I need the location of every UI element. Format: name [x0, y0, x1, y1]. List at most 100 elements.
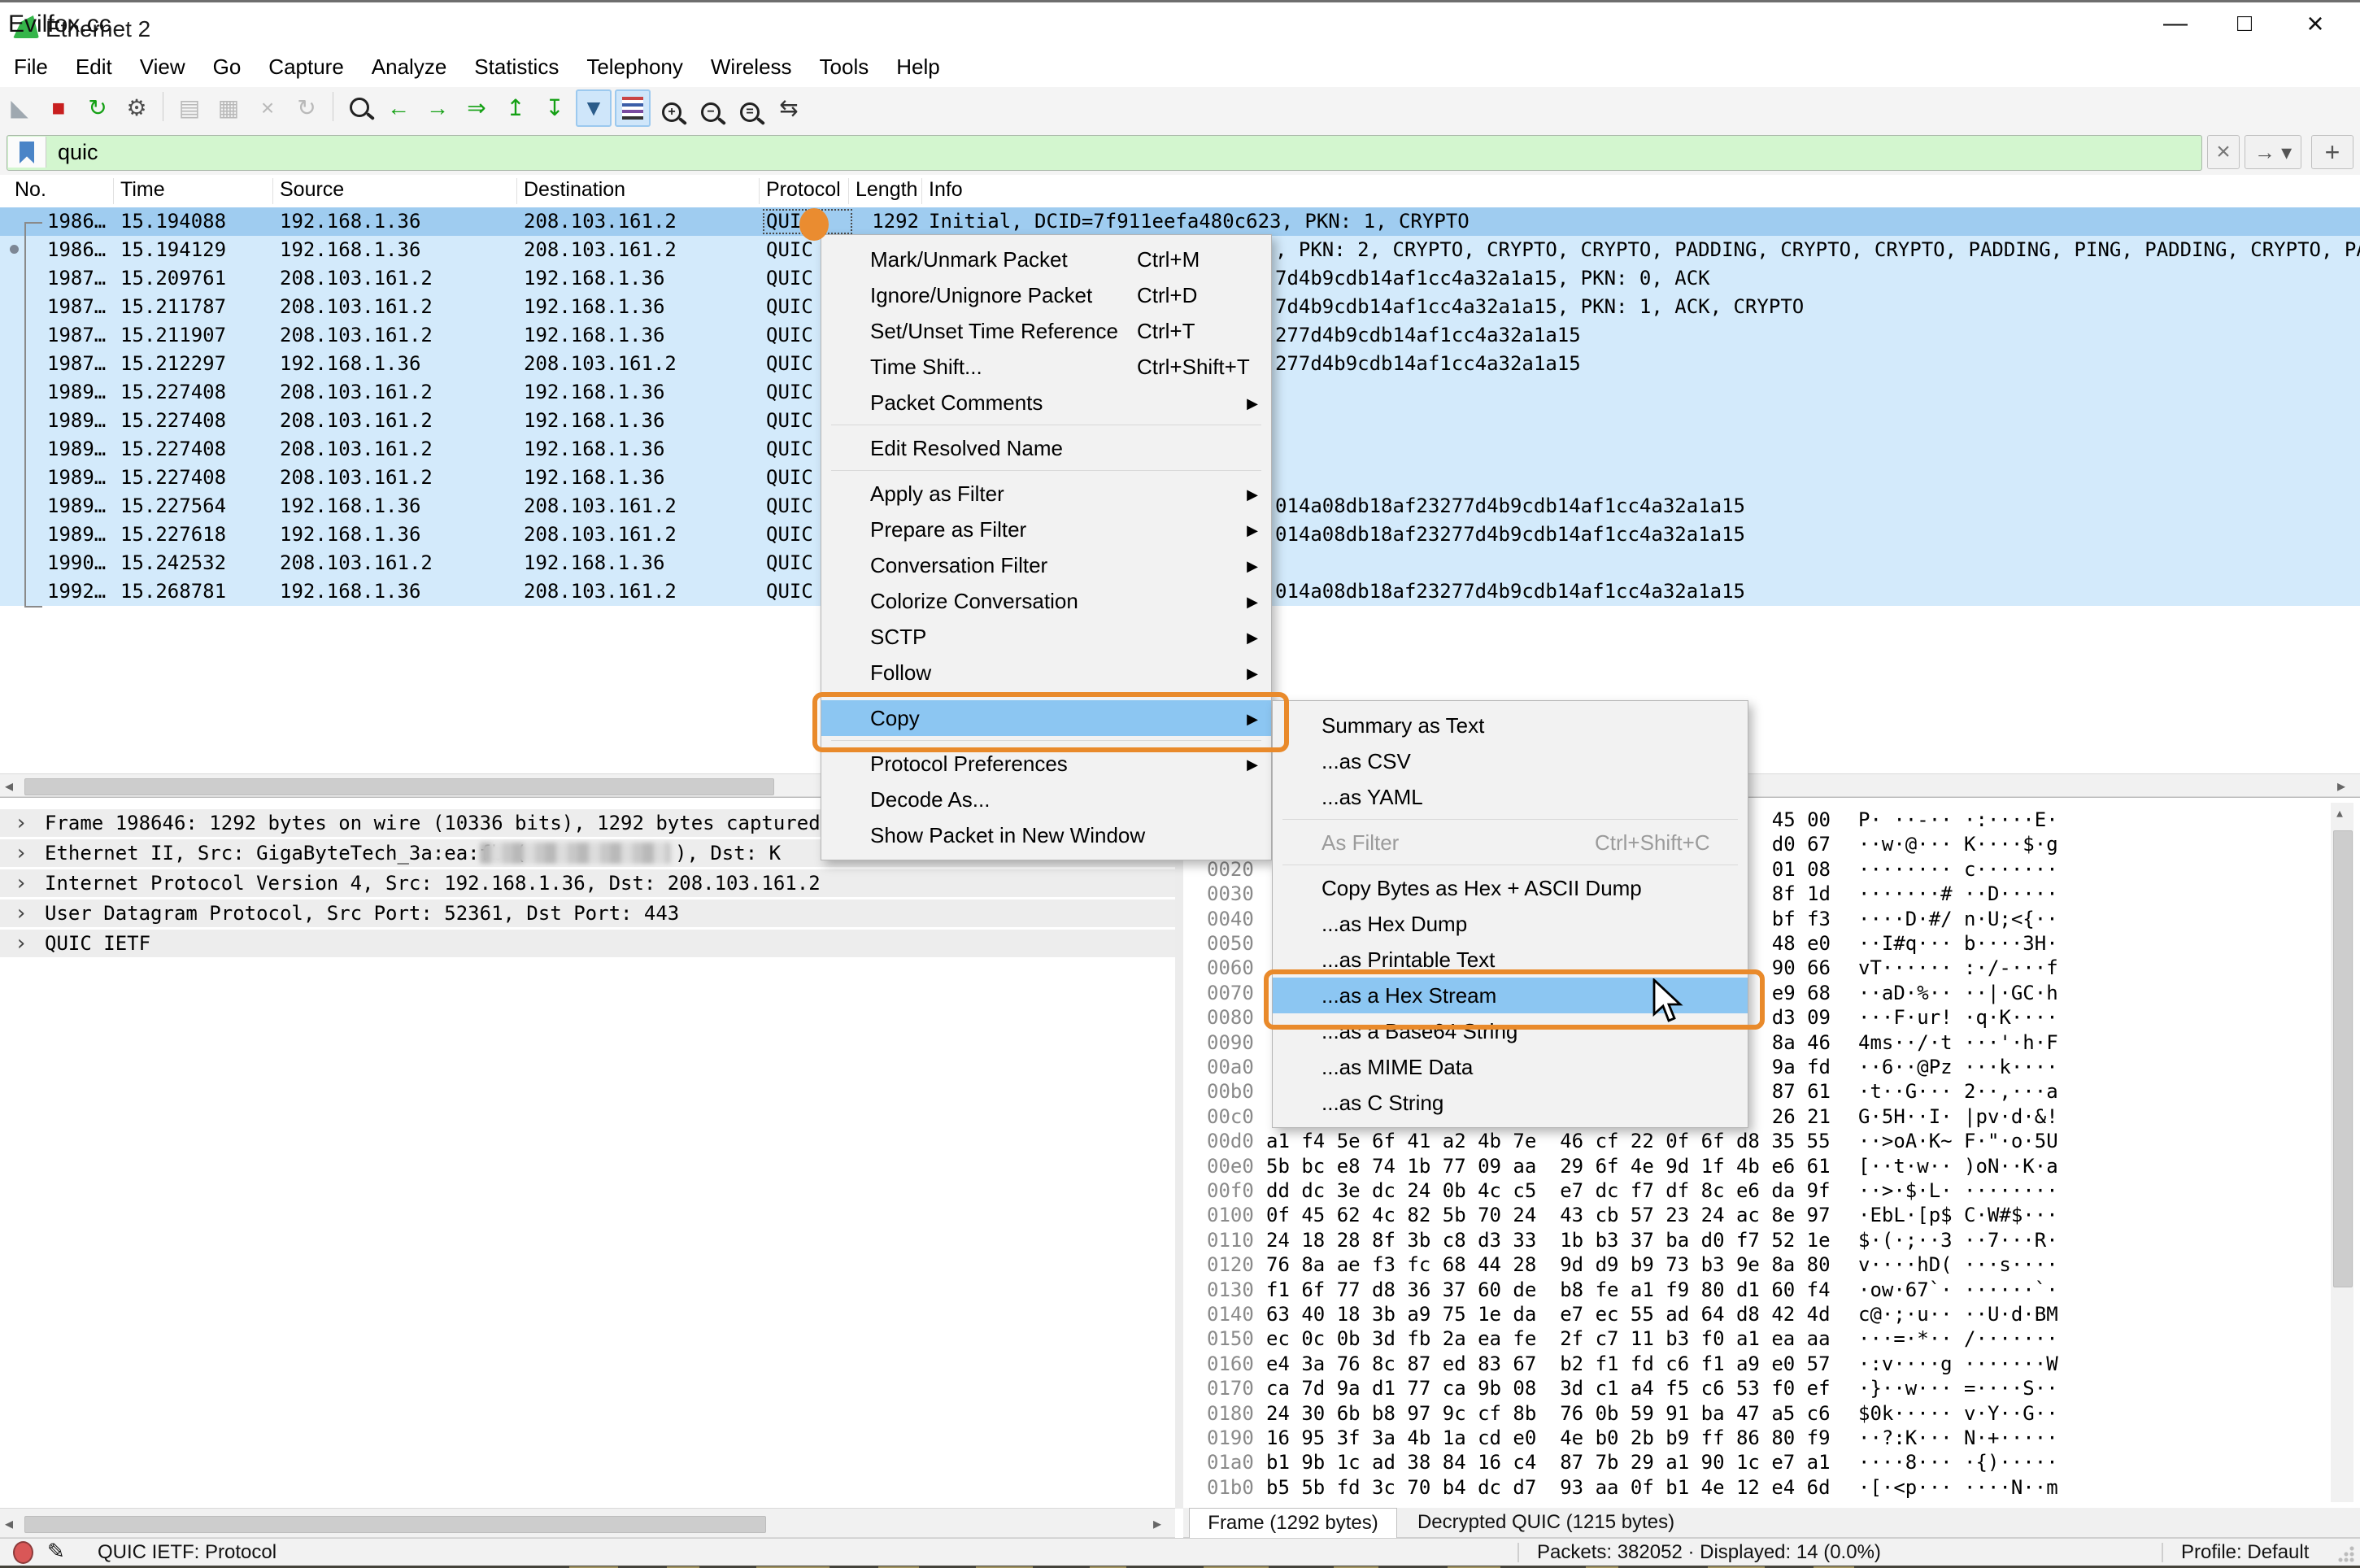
expand-chevron-icon[interactable]: › — [15, 930, 28, 957]
hex-row[interactable]: 00d0a1 f4 5e 6f 41 a2 4b 7e 46 cf 22 0f … — [1183, 1129, 2360, 1154]
filter-clear-button[interactable]: × — [2207, 135, 2240, 169]
reload-file-button[interactable]: ↻ — [289, 89, 324, 127]
save-file-button[interactable]: ▦ — [211, 89, 246, 127]
menu-item-copy-bytes-as-hex-ascii-dump[interactable]: Copy Bytes as Hex + ASCII Dump — [1273, 870, 1748, 906]
restart-capture-button[interactable]: ↻ — [80, 89, 115, 127]
menu-capture[interactable]: Capture — [255, 48, 358, 86]
column-separator[interactable] — [921, 178, 922, 204]
hex-row[interactable]: 01a0b1 9b 1c ad 38 84 16 c4 87 7b 29 a1 … — [1183, 1450, 2360, 1475]
go-back-button[interactable]: ← — [381, 89, 416, 127]
menu-item-as-filter[interactable]: As FilterCtrl+Shift+C — [1273, 825, 1748, 860]
menu-item-mark-unmark-packet[interactable]: Mark/Unmark PacketCtrl+M — [821, 242, 1271, 277]
menu-item-set-unset-time-reference[interactable]: Set/Unset Time ReferenceCtrl+T — [821, 313, 1271, 349]
menu-item-time-shift[interactable]: Time Shift...Ctrl+Shift+T — [821, 349, 1271, 385]
details-hscrollbar[interactable]: ◂ ▸ — [0, 1508, 1175, 1538]
column-separator[interactable] — [759, 178, 760, 204]
close-file-button[interactable]: × — [250, 89, 285, 127]
menu-item-as-hex-dump[interactable]: ...as Hex Dump — [1273, 906, 1748, 942]
resize-columns-button[interactable]: ⇆ — [771, 89, 807, 127]
scroll-right-icon[interactable]: ▸ — [1153, 1514, 1161, 1534]
capture-options-button[interactable]: ⚙ — [119, 89, 155, 127]
hex-row[interactable]: 014063 40 18 3b a9 75 1e da e7 ec 55 ad … — [1183, 1302, 2360, 1327]
hex-row[interactable]: 0130f1 6f 77 d8 36 37 60 de b8 fe a1 f9 … — [1183, 1278, 2360, 1303]
zoom-reset-button[interactable]: = — [732, 89, 768, 127]
colorize-toggle[interactable] — [615, 89, 651, 127]
menu-item-colorize-conversation[interactable]: Colorize Conversation▶ — [821, 583, 1271, 619]
column-header-time[interactable]: Time — [120, 178, 165, 202]
detail-row[interactable]: ›Internet Protocol Version 4, Src: 192.1… — [0, 869, 1175, 897]
menu-item-as-c-string[interactable]: ...as C String — [1273, 1085, 1748, 1121]
hex-row[interactable]: 0160e4 3a 76 8c 87 ed 83 67 b2 f1 fd c6 … — [1183, 1352, 2360, 1377]
packet-list-header[interactable]: No. Time Source Destination Protocol Length In… — [0, 175, 2360, 208]
hex-row[interactable]: 018024 30 6b b8 97 9c cf 8b 76 0b 59 91 … — [1183, 1401, 2360, 1426]
tab-decrypted-quic[interactable]: Decrypted QUIC (1215 bytes) — [1396, 1508, 1696, 1537]
menu-go[interactable]: Go — [199, 48, 255, 86]
go-forward-button[interactable]: → — [420, 89, 455, 127]
menu-wireless[interactable]: Wireless — [697, 48, 806, 86]
start-capture-button[interactable]: ◣ — [2, 89, 37, 127]
menu-telephony[interactable]: Telephony — [573, 48, 697, 86]
column-header-no[interactable]: No. — [15, 178, 46, 202]
menu-item-as-csv[interactable]: ...as CSV — [1273, 743, 1748, 779]
scroll-right-icon[interactable]: ▸ — [2337, 777, 2345, 796]
expand-chevron-icon[interactable]: › — [15, 869, 28, 897]
hex-row[interactable]: 011024 18 28 8f 3b c8 d3 33 1b b3 37 ba … — [1183, 1228, 2360, 1253]
filter-add-button[interactable]: + — [2311, 135, 2353, 169]
filter-bookmark-button[interactable] — [8, 137, 46, 168]
scrollbar-thumb[interactable] — [24, 778, 774, 795]
menu-item-decode-as[interactable]: Decode As... — [821, 782, 1271, 817]
scroll-left-icon[interactable]: ◂ — [5, 1514, 13, 1534]
hex-row[interactable]: 012076 8a ae f3 fc 68 44 28 9d d9 b9 73 … — [1183, 1252, 2360, 1278]
expert-info-icon[interactable] — [13, 1541, 33, 1564]
menu-item-sctp[interactable]: SCTP▶ — [821, 619, 1271, 655]
expand-chevron-icon[interactable]: › — [15, 809, 28, 837]
tab-frame-bytes[interactable]: Frame (1292 bytes) — [1189, 1508, 1397, 1538]
expand-chevron-icon[interactable]: › — [15, 899, 28, 927]
hex-row[interactable]: 01000f 45 62 4c 82 5b 70 24 43 cb 57 23 … — [1183, 1203, 2360, 1228]
column-header-info[interactable]: Info — [929, 178, 963, 202]
column-header-source[interactable]: Source — [280, 178, 344, 202]
go-last-packet-button[interactable]: ↧ — [537, 89, 573, 127]
hex-row[interactable]: 00f0dd dc 3e dc 24 0b 4c c5 e7 dc f7 df … — [1183, 1178, 2360, 1204]
column-separator[interactable] — [272, 178, 273, 204]
hex-row[interactable]: 019016 95 3f 3a 4b 1a cd e0 4e b0 2b b9 … — [1183, 1426, 2360, 1451]
scroll-left-icon[interactable]: ◂ — [5, 777, 13, 796]
menu-item-summary-as-text[interactable]: Summary as Text — [1273, 708, 1748, 743]
column-separator[interactable] — [516, 178, 517, 204]
column-header-protocol[interactable]: Protocol — [766, 178, 841, 202]
menu-tools[interactable]: Tools — [806, 48, 883, 86]
zoom-in-button[interactable]: + — [654, 89, 690, 127]
auto-scroll-toggle[interactable]: ▼ — [576, 89, 612, 127]
packet-row[interactable]: 1986…15.194088192.168.1.36208.103.161.2Q… — [0, 207, 2360, 236]
capture-comment-icon[interactable]: ✎ — [47, 1539, 65, 1564]
menu-file[interactable]: File — [0, 48, 62, 86]
expand-chevron-icon[interactable]: › — [15, 839, 28, 867]
zoom-out-button[interactable]: − — [693, 89, 729, 127]
open-file-button[interactable]: ▤ — [172, 89, 207, 127]
menu-statistics[interactable]: Statistics — [460, 48, 573, 86]
menu-item-as-mime-data[interactable]: ...as MIME Data — [1273, 1049, 1748, 1085]
detail-row[interactable]: ›User Datagram Protocol, Src Port: 52361… — [0, 899, 1175, 927]
column-header-length[interactable]: Length — [856, 178, 917, 202]
go-to-packet-button[interactable]: ⇒ — [459, 89, 494, 127]
detail-row[interactable]: ›QUIC IETF — [0, 930, 1175, 957]
maximize-button[interactable]: □ — [2216, 4, 2273, 45]
menu-item-edit-resolved-name[interactable]: Edit Resolved Name — [821, 430, 1271, 466]
hex-row[interactable]: 01b0b5 5b fd 3c 70 b4 dc d7 93 aa 0f b1 … — [1183, 1475, 2360, 1500]
find-packet-button[interactable] — [342, 89, 377, 127]
menu-item-as-yaml[interactable]: ...as YAML — [1273, 779, 1748, 815]
menu-analyze[interactable]: Analyze — [358, 48, 461, 86]
column-separator[interactable] — [113, 178, 114, 204]
hex-row[interactable]: 00e05b bc e8 74 1b 77 09 aa 29 6f 4e 9d … — [1183, 1154, 2360, 1179]
menu-item-ignore-unignore-packet[interactable]: Ignore/Unignore PacketCtrl+D — [821, 277, 1271, 313]
column-separator[interactable] — [848, 178, 849, 204]
menu-item-follow[interactable]: Follow▶ — [821, 655, 1271, 690]
hex-row[interactable]: 0170ca 7d 9a d1 77 ca 9b 08 3d c1 a4 f5 … — [1183, 1376, 2360, 1401]
scrollbar-thumb[interactable] — [24, 1516, 766, 1533]
menu-item-packet-comments[interactable]: Packet Comments▶ — [821, 385, 1271, 420]
filter-apply-button[interactable]: → ▾ — [2245, 135, 2301, 169]
menu-item-apply-as-filter[interactable]: Apply as Filter▶ — [821, 476, 1271, 512]
menu-edit[interactable]: Edit — [62, 48, 126, 86]
column-header-destination[interactable]: Destination — [524, 178, 625, 202]
hex-row[interactable]: 0150ec 0c 0b 3d fb 2a ea fe 2f c7 11 b3 … — [1183, 1326, 2360, 1352]
